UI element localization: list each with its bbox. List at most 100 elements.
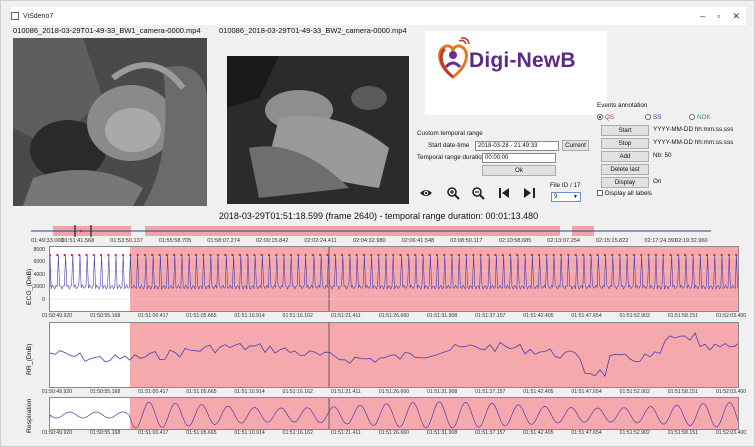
rr-plot[interactable]: [49, 322, 739, 388]
file-id-label: File ID / 17: [550, 182, 581, 189]
ecg-peak-marker: [450, 253, 453, 257]
ecg-peak-marker: [63, 253, 66, 257]
heart-logo-icon: [438, 37, 470, 79]
ecg-peak-marker: [596, 253, 599, 257]
nok-radio[interactable]: NOK: [689, 114, 711, 121]
rr-ylabel: RR_(DnB): [26, 343, 33, 375]
timeline-slider[interactable]: [31, 224, 711, 238]
ecg-peak-marker: [538, 253, 541, 257]
stop-button[interactable]: Stop: [601, 138, 649, 149]
ecg-peak-marker: [567, 253, 570, 257]
add-button[interactable]: Add: [601, 151, 649, 162]
x-tick-label: 01:51:37.157: [475, 389, 506, 395]
events-annotation-heading: Events annotation: [597, 102, 648, 109]
respiration-plot[interactable]: [49, 397, 739, 430]
qs-radio[interactable]: QS: [597, 114, 614, 121]
ecg-peak-marker: [632, 253, 636, 257]
ecg-xticks: 01:50:49.920 01:50:55.168 01:51:00.417 01:5…: [42, 313, 746, 321]
x-tick-label: 01:51:05.665: [186, 313, 217, 319]
app-window: ViSdeno7 – ▫ ✕ 010086_2018-03-29T01-49-3…: [0, 0, 755, 447]
qs-radio-dot: [597, 114, 603, 121]
ecg-peak-marker: [574, 253, 577, 257]
zoom-out-icon[interactable]: [470, 185, 486, 201]
ecg-peak-marker: [662, 253, 665, 257]
x-tick-label: 01:51:21.411: [330, 430, 361, 436]
ecg-plot[interactable]: [49, 246, 739, 312]
ecg-peak-marker: [435, 253, 438, 257]
duration-label: Temporal range duration: [417, 154, 486, 161]
x-tick-label: 01:50:55.168: [89, 430, 121, 436]
start-button[interactable]: Start: [601, 125, 649, 136]
video-player-1[interactable]: [13, 38, 207, 206]
x-tick-label: 01:51:58.151: [667, 313, 698, 319]
x-tick-label: 01:51:26.660: [378, 389, 410, 395]
ecg-peak-marker: [282, 253, 285, 257]
x-tick-label: 01:51:37.157: [475, 430, 506, 436]
timeline-tick-label: 02:10:58.685: [498, 238, 532, 244]
eye-icon[interactable]: [418, 185, 434, 201]
ecg-peak-marker: [92, 253, 95, 257]
current-button[interactable]: Current: [562, 140, 589, 151]
event-count: Nb: 50: [653, 152, 672, 159]
window-title: ViSdeno7: [23, 12, 54, 20]
ecg-peak-marker: [735, 253, 738, 257]
timeline-tick-label: 01:53:50.137: [110, 238, 143, 244]
ecg-peak-marker: [326, 253, 329, 257]
duration-field[interactable]: 00:00:00: [482, 153, 556, 163]
start-datetime-field[interactable]: 2018-03-28 - 21:49:33: [475, 141, 559, 151]
timeline-tick-label: 01:51:41.568: [61, 238, 95, 244]
ecg-ytick: 0: [42, 297, 45, 303]
ecg-peak-marker: [158, 253, 161, 257]
ecg-peak-marker: [180, 253, 183, 257]
skip-next-icon[interactable]: [521, 185, 537, 201]
ecg-peak-marker: [406, 253, 409, 257]
file-id-select[interactable]: 9 ▼: [551, 192, 581, 202]
app-icon: [11, 12, 19, 20]
delete-last-button[interactable]: Delete last: [601, 164, 649, 175]
ecg-peak-marker: [173, 253, 176, 257]
ecg-peak-marker: [238, 253, 241, 257]
x-tick-label: 01:51:52.902: [619, 430, 650, 436]
x-tick-label: 01:51:42.405: [523, 313, 554, 319]
ss-radio[interactable]: SS: [645, 114, 661, 121]
x-tick-label: 01:51:58.151: [667, 430, 698, 436]
ecg-peak-marker: [465, 253, 468, 257]
x-tick-label: 01:51:16.162: [282, 430, 313, 436]
ecg-peak-marker: [78, 253, 81, 257]
x-tick-label: 01:51:42.405: [523, 389, 554, 395]
zoom-in-icon[interactable]: [445, 185, 461, 201]
x-tick-label: 01:52:03.400: [715, 389, 747, 395]
minimize-button[interactable]: –: [700, 10, 705, 22]
close-button[interactable]: ✕: [732, 10, 740, 22]
x-tick-label: 01:51:10.914: [234, 430, 265, 436]
timeline-tick-label: 01:49:33.000: [31, 238, 64, 244]
ecg-peak-marker: [640, 253, 643, 257]
timeline-tick-label: 02:04:32.980: [353, 238, 386, 244]
ecg-peak-marker: [253, 253, 256, 257]
skip-previous-icon[interactable]: [496, 185, 512, 201]
ecg-peak-marker: [187, 253, 190, 257]
x-tick-label: 01:51:16.162: [282, 313, 313, 319]
ecg-peak-marker: [516, 253, 519, 257]
chevron-down-icon: ▼: [573, 194, 578, 200]
ecg-peak-marker: [319, 253, 322, 257]
ecg-ytick: 4000: [33, 272, 45, 278]
x-tick-label: 01:51:21.411: [330, 389, 361, 395]
ok-button[interactable]: Ok: [482, 165, 556, 176]
display-all-labels-label: Display all labels: [605, 190, 652, 197]
display-all-labels-checkbox[interactable]: Display all labels: [597, 190, 652, 197]
x-tick-label: 01:51:47.654: [571, 313, 602, 319]
x-tick-label: 01:51:47.654: [571, 430, 602, 436]
ecg-peak-marker: [589, 253, 592, 257]
display-button[interactable]: Display: [601, 177, 649, 188]
video-player-2[interactable]: [219, 38, 417, 206]
x-tick-label: 01:51:26.660: [378, 430, 410, 436]
ecg-peak-marker: [100, 253, 103, 257]
video2-label: 010086_2018-03-29T01-49-33_BW2_camera-00…: [219, 26, 407, 35]
ecg-peak-marker: [457, 253, 460, 257]
qs-radio-label: QS: [605, 114, 615, 121]
timeline-tick-label: 02:19:32.960: [675, 238, 708, 244]
x-tick-label: 01:51:21.411: [330, 313, 361, 319]
ecg-peak-marker: [311, 253, 314, 257]
maximize-button[interactable]: ▫: [717, 10, 720, 22]
